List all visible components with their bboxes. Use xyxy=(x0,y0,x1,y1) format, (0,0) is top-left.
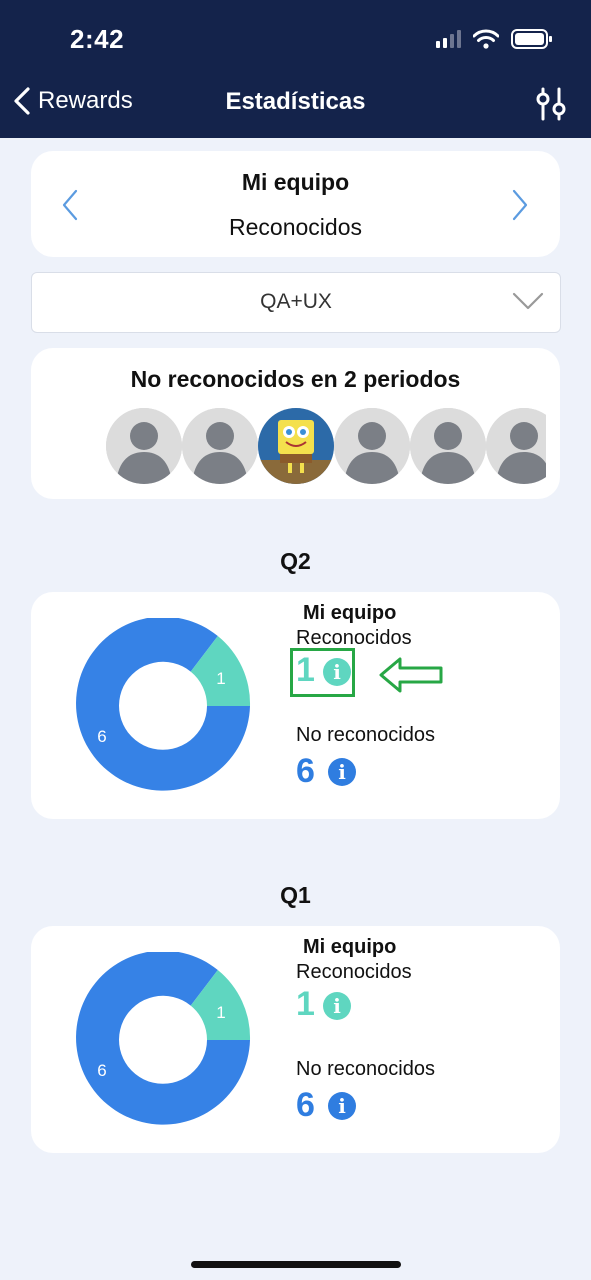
stat-team: Mi equipo xyxy=(303,936,397,958)
avatar-placeholder-3[interactable] xyxy=(334,408,410,484)
avatar-placeholder-2[interactable] xyxy=(182,408,258,484)
team-subtitle: Reconocidos xyxy=(229,214,362,240)
status-icons xyxy=(436,28,553,50)
top-bar: 2:42 Rewards Estadísticas xyxy=(0,0,591,138)
quarter-label-q2: Q2 xyxy=(280,548,311,574)
stat-not-recognized-label: No reconocidos xyxy=(296,724,435,746)
stat-team: Mi equipo xyxy=(303,602,397,624)
avatar-spongebob[interactable] xyxy=(258,408,334,484)
stat-not-recognized-count: 6 xyxy=(296,752,315,790)
quarter-card-q1: 1 6 Mi equipo Reconocidos 1 i No reconoc… xyxy=(31,926,560,1153)
not-recognized-card: No reconocidos en 2 periodos xyxy=(31,348,560,499)
cellular-signal-icon xyxy=(436,30,461,48)
info-icon-recognized[interactable]: i xyxy=(323,992,351,1020)
page-title: Estadísticas xyxy=(225,88,366,115)
quarter-label-q1: Q1 xyxy=(280,882,311,908)
next-arrow-icon[interactable] xyxy=(505,187,535,223)
quarter-card-q2: 1 6 Mi equipo Reconocidos 1 i No reconoc… xyxy=(31,592,560,819)
donut-label-not-recognized: 6 xyxy=(97,1061,106,1080)
home-indicator[interactable] xyxy=(191,1261,401,1268)
stat-not-recognized-label: No reconocidos xyxy=(296,1058,435,1080)
stat-recognized-count: 1 xyxy=(296,985,315,1023)
info-icon-not-recognized[interactable]: i xyxy=(328,758,356,786)
donut-chart-q1: 1 6 xyxy=(76,952,251,1125)
donut-chart-q2: 1 6 xyxy=(76,618,251,791)
stat-recognized-label: Reconocidos xyxy=(296,961,412,983)
stat-recognized-label: Reconocidos xyxy=(296,627,412,649)
stat-not-recognized-count: 6 xyxy=(296,1086,315,1124)
battery-icon xyxy=(511,29,552,49)
avatar-list xyxy=(106,408,546,486)
highlight-box xyxy=(290,648,355,697)
donut-label-recognized: 1 xyxy=(216,669,225,688)
green-arrow-icon xyxy=(379,657,443,693)
avatar-placeholder-5[interactable] xyxy=(486,408,546,484)
chevron-down-icon xyxy=(512,292,544,310)
filter-sliders-icon[interactable] xyxy=(533,86,569,122)
avatar-placeholder-4[interactable] xyxy=(410,408,486,484)
status-time: 2:42 xyxy=(70,24,125,54)
info-icon-not-recognized[interactable]: i xyxy=(328,1092,356,1120)
wifi-icon xyxy=(473,29,499,49)
team-title: Mi equipo xyxy=(241,169,350,195)
donut-label-recognized: 1 xyxy=(216,1003,225,1022)
dropdown-value: QA+UX xyxy=(260,290,332,313)
not-recognized-title: No reconocidos en 2 periodos xyxy=(130,366,461,392)
avatar-placeholder-1[interactable] xyxy=(106,408,182,484)
team-dropdown[interactable]: QA+UX xyxy=(31,272,561,333)
donut-label-not-recognized: 6 xyxy=(97,727,106,746)
team-selector-card: Mi equipo Reconocidos xyxy=(31,151,560,257)
